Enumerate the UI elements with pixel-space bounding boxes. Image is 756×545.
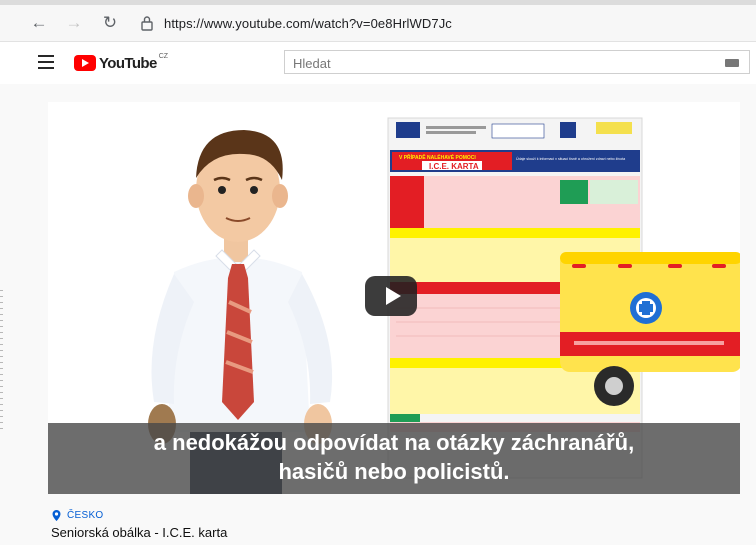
subtitle-line-1: a nedokážou odpovídat na otázky záchraná… xyxy=(153,430,635,455)
card-note-text: Údaje slouží k informaci v situaci tísně… xyxy=(516,156,625,161)
location-text: ČESKO xyxy=(67,510,104,521)
subtitle-overlay: a nedokážou odpovídat na otázky záchraná… xyxy=(48,423,740,494)
play-icon xyxy=(385,287,401,305)
left-edge-divider xyxy=(0,290,3,430)
search-input[interactable] xyxy=(291,54,695,72)
card-header-text: I.C.E. KARTA xyxy=(429,162,479,171)
card-prefix-text: V PŘÍPADĚ NALÉHAVÉ POMOCI xyxy=(399,153,476,161)
url-text: https://www.youtube.com/watch?v=0e8HrlWD… xyxy=(164,15,452,31)
youtube-logo[interactable]: YouTube CZ xyxy=(74,52,168,72)
browser-toolbar: ← → ↻ https://www.youtube.com/watch?v=0e… xyxy=(0,5,756,42)
youtube-play-logo-icon xyxy=(74,55,96,71)
logo-country-code: CZ xyxy=(158,53,169,60)
search-box[interactable] xyxy=(284,50,750,74)
logo-text: YouTube xyxy=(99,55,157,72)
video-title: Seniorská obálka - I.C.E. karta xyxy=(51,525,228,540)
youtube-header: YouTube CZ xyxy=(0,42,756,84)
reload-icon[interactable]: ↻ xyxy=(99,12,121,34)
subtitle-line-2: hasičů nebo policistů. xyxy=(278,459,510,484)
play-button[interactable] xyxy=(365,276,417,316)
location-tag[interactable]: ČESKO xyxy=(52,510,104,521)
hamburger-menu-icon[interactable] xyxy=(38,55,54,69)
arrow-left-icon[interactable]: ← xyxy=(28,12,50,34)
keyboard-icon[interactable] xyxy=(725,59,739,67)
location-pin-icon xyxy=(52,510,61,521)
arrow-right-icon[interactable]: → xyxy=(63,12,85,34)
video-player[interactable]: V PŘÍPADĚ NALÉHAVÉ POMOCI I.C.E. KARTA Ú… xyxy=(48,102,740,494)
lock-icon xyxy=(141,16,153,31)
address-bar[interactable]: https://www.youtube.com/watch?v=0e8HrlWD… xyxy=(140,13,452,33)
